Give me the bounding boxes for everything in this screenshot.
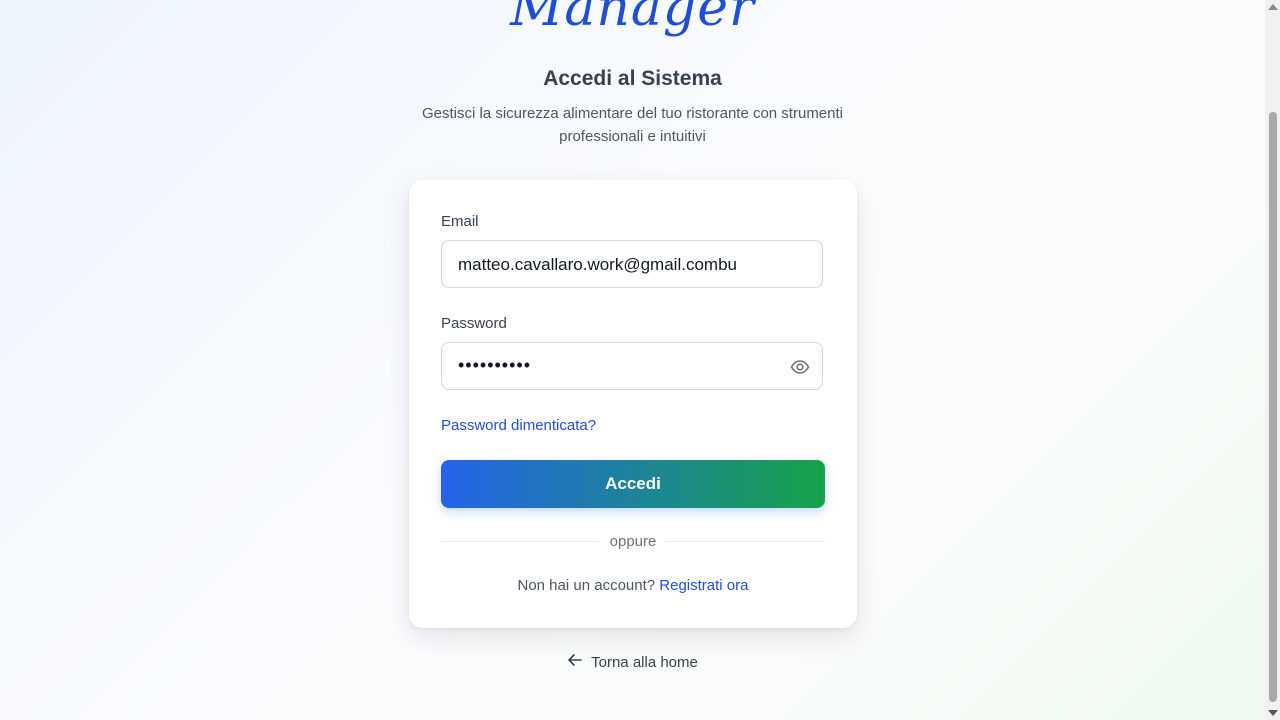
divider-text: oppure (609, 533, 657, 550)
password-label: Password (441, 315, 507, 332)
email-field[interactable]: matteo.cavallaro.work@gmail.combu (441, 240, 823, 288)
login-page: Manager Accedi al Sistema Gestisci la si… (0, 0, 1265, 720)
eye-icon[interactable] (790, 358, 810, 376)
page-title: Accedi al Sistema (543, 67, 722, 90)
login-card: Email matteo.cavallaro.work@gmail.combu … (409, 180, 857, 628)
arrow-left-icon (567, 653, 583, 671)
signup-row: Non hai un account? Registrati ora (409, 577, 857, 594)
password-value: •••••••••• (458, 355, 532, 375)
password-field[interactable]: •••••••••• (441, 342, 823, 390)
signup-prompt: Non hai un account? (517, 577, 656, 594)
forgot-password-link[interactable]: Password dimenticata? (441, 417, 596, 434)
back-to-home: Torna alla home (0, 653, 1265, 671)
login-button[interactable]: Accedi (441, 460, 825, 508)
page-subtitle: Gestisci la sicurezza alimentare del tuo… (421, 105, 843, 145)
back-home-label: Torna alla home (591, 653, 698, 671)
scroll-down-icon[interactable] (1268, 710, 1278, 716)
email-value: matteo.cavallaro.work@gmail.combu (458, 255, 737, 274)
scroll-thumb[interactable] (1269, 112, 1277, 702)
page-scrollbar[interactable] (1265, 0, 1280, 720)
scroll-up-icon[interactable] (1268, 4, 1278, 10)
email-label: Email (441, 213, 479, 230)
back-home-link[interactable]: Torna alla home (567, 653, 698, 671)
signup-link[interactable]: Registrati ora (659, 577, 748, 594)
brand-logo: Manager (510, 0, 755, 38)
